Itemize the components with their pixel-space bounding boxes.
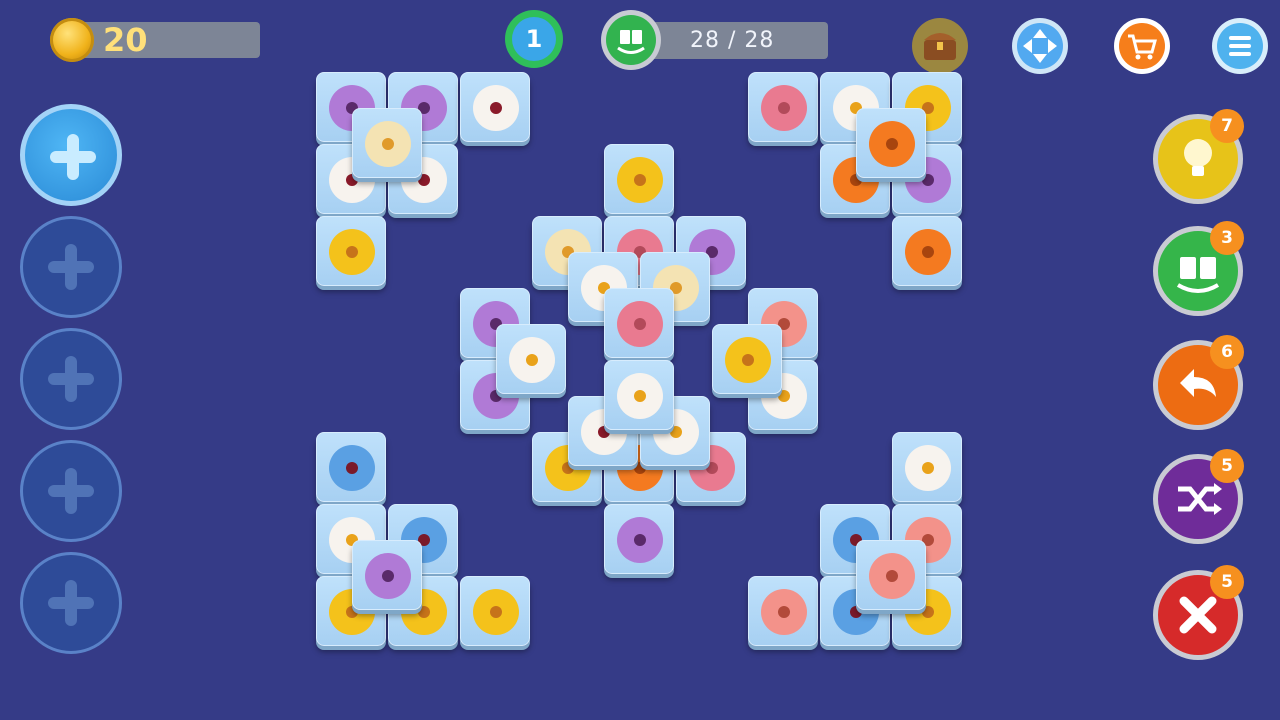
undo-count: 6: [1210, 335, 1244, 369]
tile[interactable]: [748, 72, 818, 142]
refresh-button[interactable]: 3: [1153, 221, 1244, 316]
slot-1[interactable]: [20, 104, 122, 206]
level-badge: 1: [505, 10, 563, 68]
hint-count: 7: [1210, 109, 1244, 143]
treasure-chest-button[interactable]: [912, 18, 968, 74]
tile[interactable]: [460, 576, 530, 646]
level-number: 1: [512, 17, 556, 61]
hamburger-icon: [1217, 23, 1263, 69]
tile[interactable]: [748, 576, 818, 646]
shuffle-button[interactable]: 5: [1153, 449, 1244, 544]
hint-button[interactable]: 7: [1153, 109, 1244, 204]
tile[interactable]: [352, 108, 422, 178]
tile[interactable]: [604, 360, 674, 430]
chest-icon: [924, 33, 956, 60]
cards-refresh-icon: [606, 15, 656, 65]
remove-count: 5: [1210, 565, 1244, 599]
shuffle-count: 5: [1210, 449, 1244, 483]
shop-button[interactable]: [1114, 18, 1170, 74]
move-arrows-icon: [1017, 23, 1063, 69]
tile[interactable]: [856, 108, 926, 178]
slot-5[interactable]: [20, 552, 122, 654]
slot-3[interactable]: [20, 328, 122, 430]
tile[interactable]: [712, 324, 782, 394]
pairs-icon: [601, 10, 661, 70]
tile[interactable]: [316, 432, 386, 502]
coin-count: 20: [103, 21, 148, 59]
pairs-progress-text: 28 / 28: [690, 28, 775, 53]
cart-icon: [1119, 23, 1165, 69]
move-view-button[interactable]: [1012, 18, 1068, 74]
tile[interactable]: [352, 540, 422, 610]
remove-button[interactable]: 5: [1153, 565, 1244, 660]
slot-2[interactable]: [20, 216, 122, 318]
tile[interactable]: [892, 216, 962, 286]
coin-icon: [50, 18, 94, 62]
tile[interactable]: [604, 288, 674, 358]
menu-button[interactable]: [1212, 18, 1268, 74]
refresh-count: 3: [1210, 221, 1244, 255]
tile[interactable]: [460, 72, 530, 142]
tile[interactable]: [892, 432, 962, 502]
tile[interactable]: [496, 324, 566, 394]
slot-4[interactable]: [20, 440, 122, 542]
undo-button[interactable]: 6: [1153, 335, 1244, 430]
tile[interactable]: [316, 216, 386, 286]
tile[interactable]: [604, 504, 674, 574]
tile[interactable]: [604, 144, 674, 214]
tile[interactable]: [856, 540, 926, 610]
